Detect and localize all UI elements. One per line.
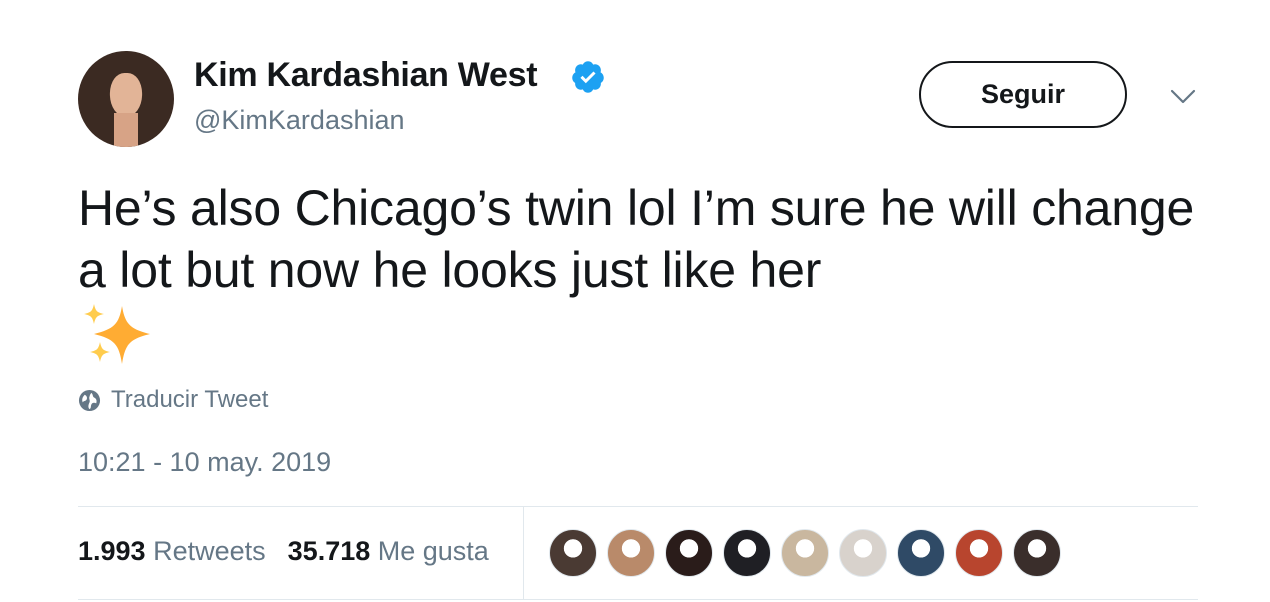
liker-avatar[interactable] [723,529,771,577]
stats-divider [523,507,524,599]
divider [78,506,1198,507]
globe-icon [78,389,101,411]
verified-badge-icon [572,61,604,93]
likes-count: 35.718 [287,536,371,566]
avatar[interactable] [78,51,174,147]
chevron-down-icon[interactable] [1170,88,1196,106]
liker-avatar[interactable] [607,529,655,577]
likes-stat[interactable]: 35.718 Me gusta [288,536,489,567]
display-name[interactable]: Kim Kardashian West [194,56,538,95]
retweets-label: Retweets [153,536,266,566]
avatar-face [110,73,142,117]
likers-avatars [549,529,1061,577]
liker-avatar[interactable] [839,529,887,577]
tweet-text: He’s also Chicago’s twin lol I’m sure he… [78,180,1195,298]
liker-avatar[interactable] [955,529,1003,577]
avatar-neck [114,113,138,147]
tweet-stats: 1.993 Retweets 35.718 Me gusta [78,536,489,567]
translate-tweet-link[interactable]: Traducir Tweet [78,386,268,414]
liker-avatar[interactable] [897,529,945,577]
likes-label: Me gusta [377,536,489,566]
sparkles-icon [84,304,150,364]
retweets-count: 1.993 [78,536,146,566]
translate-label: Traducir Tweet [111,386,269,413]
liker-avatar[interactable] [549,529,597,577]
user-handle[interactable]: @KimKardashian [194,105,405,136]
tweet-timestamp[interactable]: 10:21 - 10 may. 2019 [78,447,331,478]
liker-avatar[interactable] [1013,529,1061,577]
divider [78,599,1198,600]
liker-avatar[interactable] [781,529,829,577]
follow-button[interactable]: Seguir [919,61,1127,128]
retweets-stat[interactable]: 1.993 Retweets [78,536,266,567]
liker-avatar[interactable] [665,529,713,577]
